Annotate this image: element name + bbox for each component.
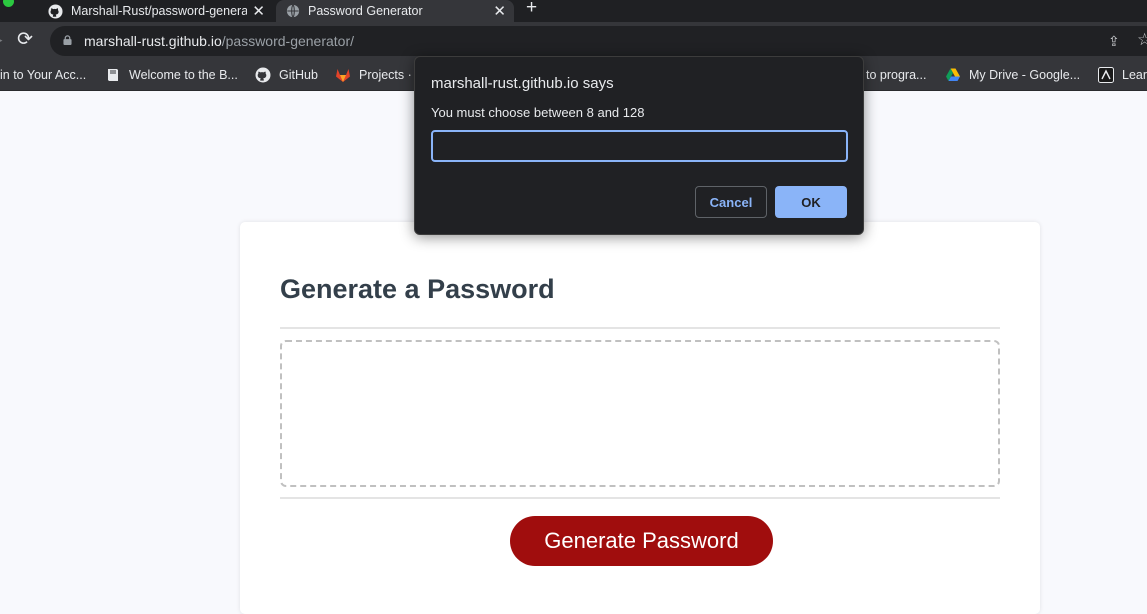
github-icon — [255, 67, 271, 83]
password-output[interactable] — [280, 340, 1000, 487]
tab-title: Marshall-Rust/password-generator — [71, 4, 247, 18]
dialog-title: marshall-rust.github.io says — [431, 75, 614, 92]
dialog-input[interactable] — [431, 130, 848, 162]
bookmark-label: Lear — [1122, 68, 1147, 82]
bookmark-github[interactable]: GitHub — [255, 66, 318, 84]
url-host: marshall-rust.github.io — [84, 33, 222, 49]
bookmark-label: in to Your Acc... — [0, 68, 87, 82]
bookmark-label: Welcome to the B... — [129, 68, 238, 82]
tab-github-repo[interactable]: Marshall-Rust/password-generator ✕ — [38, 0, 273, 22]
address-bar[interactable]: marshall-rust.github.io/password-generat… — [50, 26, 1147, 56]
bookmark-my-drive[interactable]: My Drive - Google... — [945, 66, 1080, 84]
window-zoom-icon[interactable] — [3, 0, 14, 7]
new-tab-button[interactable]: + — [526, 0, 537, 19]
bookmark-programming[interactable]: to progra... — [866, 66, 926, 84]
generator-card: Generate a Password Generate Password — [240, 222, 1040, 614]
bookmark-star-icon[interactable]: ☆ — [1137, 30, 1147, 50]
cancel-button[interactable]: Cancel — [695, 186, 767, 218]
lock-icon — [63, 35, 72, 45]
book-icon — [108, 69, 118, 81]
browser-tab-bar: Marshall-Rust/password-generator ✕ Passw… — [0, 0, 1147, 22]
forward-icon[interactable]: ▸ — [0, 32, 3, 48]
prompt-dialog: marshall-rust.github.io says You must ch… — [414, 56, 864, 235]
bookmark-sign-in[interactable]: in to Your Acc... — [0, 66, 86, 84]
close-tab-icon[interactable]: ✕ — [252, 2, 265, 20]
tab-password-generator[interactable]: Password Generator ✕ — [276, 0, 514, 22]
page-title: Generate a Password — [280, 274, 555, 304]
card-footer-divider — [280, 497, 1000, 499]
ok-button[interactable]: OK — [775, 186, 847, 218]
github-icon — [48, 3, 63, 19]
tab-title: Password Generator — [308, 4, 423, 18]
browser-toolbar: ▸ ⟳ marshall-rust.github.io/password-gen… — [0, 22, 1147, 60]
url-path: /password-generator/ — [221, 33, 355, 49]
bookmark-gitlab-projects[interactable]: Projects · — [335, 66, 412, 84]
bookmark-learn[interactable]: Lear — [1098, 66, 1147, 84]
dialog-message: You must choose between 8 and 128 — [431, 105, 645, 120]
learn-icon — [1098, 67, 1114, 83]
card-header-divider — [280, 327, 1000, 329]
reload-icon[interactable]: ⟳ — [17, 28, 33, 51]
bookmark-label: to progra... — [866, 68, 927, 82]
close-tab-icon[interactable]: ✕ — [493, 2, 506, 20]
url-text: marshall-rust.github.io/password-generat… — [84, 33, 354, 49]
bookmark-label: GitHub — [279, 68, 318, 82]
bookmark-label: Projects · — [359, 68, 412, 82]
globe-icon — [286, 4, 300, 18]
bookmark-welcome[interactable]: Welcome to the B... — [105, 66, 238, 84]
generate-password-button[interactable]: Generate Password — [510, 516, 773, 566]
google-drive-icon — [946, 68, 960, 81]
gitlab-icon — [336, 69, 350, 82]
bookmark-label: My Drive - Google... — [969, 68, 1081, 82]
share-icon[interactable]: ⇪ — [1108, 33, 1120, 50]
